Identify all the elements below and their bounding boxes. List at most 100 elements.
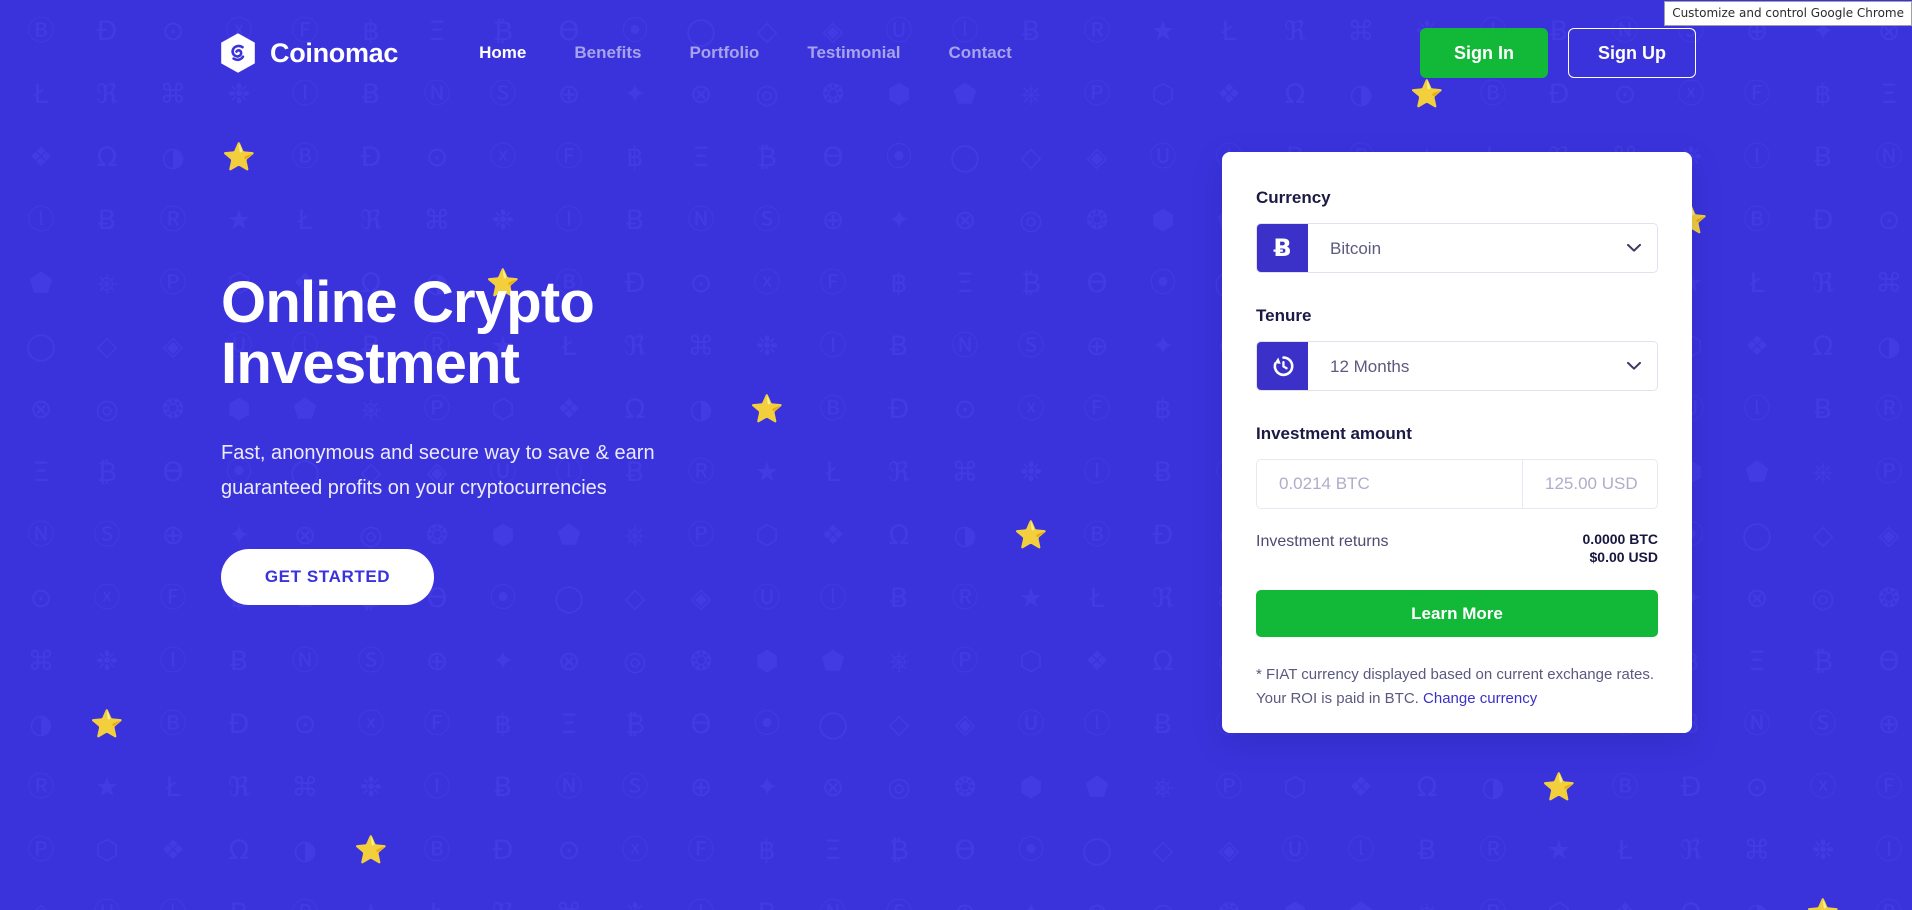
pattern-crypto-icon: Ω <box>1152 646 1174 677</box>
pattern-crypto-icon: ◎ <box>1019 205 1043 236</box>
pattern-crypto-icon: ⬟ <box>1349 900 1372 910</box>
returns-crypto-value: 0.0000 BTC <box>1582 531 1658 547</box>
pattern-crypto-icon: Ƀ <box>1153 457 1173 488</box>
pattern-crypto-icon: ⊙ <box>293 709 317 740</box>
pattern-crypto-icon: ❖ <box>1084 646 1110 677</box>
pattern-crypto-icon: Ⓡ <box>1875 394 1903 425</box>
pattern-crypto-icon: ❉ <box>491 205 515 236</box>
pattern-crypto-icon: ★ <box>359 900 383 910</box>
pattern-crypto-icon: ◯ <box>1081 835 1113 866</box>
nav-item-testimonial[interactable]: Testimonial <box>783 33 924 73</box>
pattern-crypto-icon: ⬟ <box>29 268 53 299</box>
pattern-crypto-icon: Ⓡ <box>27 772 55 803</box>
chrome-customize-tooltip: Customize and control Google Chrome <box>1664 1 1912 26</box>
get-started-button[interactable]: GET STARTED <box>221 549 434 605</box>
pattern-crypto-icon: Ξ <box>1748 646 1766 677</box>
pattern-crypto-icon: ❖ <box>160 835 186 866</box>
pattern-crypto-icon: ◑ <box>29 709 53 740</box>
pattern-crypto-icon: Ⓘ <box>423 772 451 803</box>
pattern-crypto-icon: ◑ <box>1745 900 1769 910</box>
pattern-crypto-icon: Ⓟ <box>27 835 55 866</box>
pattern-crypto-icon: Ƀ <box>493 772 513 803</box>
pattern-crypto-icon: Ƀ <box>1813 142 1833 173</box>
brand-logo[interactable]: Coinomac <box>219 32 398 74</box>
amount-fiat-input[interactable] <box>1522 460 1657 508</box>
pattern-crypto-icon: Ƀ <box>758 900 777 910</box>
pattern-crypto-icon: ★ <box>1018 583 1044 614</box>
learn-more-button[interactable]: Learn More <box>1256 590 1658 637</box>
nav-item-portfolio[interactable]: Portfolio <box>665 33 783 73</box>
pattern-crypto-icon: ⌘ <box>1743 835 1771 866</box>
pattern-crypto-icon: Ω <box>228 835 250 866</box>
pattern-crypto-icon: ✦ <box>755 772 779 803</box>
pattern-crypto-icon: ❉ <box>1811 835 1835 866</box>
pattern-crypto-icon: Ω <box>1416 772 1438 803</box>
pattern-crypto-icon: Ⓤ <box>1281 835 1309 866</box>
pattern-crypto-icon: Ƀ <box>229 646 249 677</box>
pattern-crypto-icon: ◎ <box>1151 900 1175 910</box>
pattern-crypto-icon: Ⓕ <box>1875 772 1903 803</box>
pattern-crypto-icon: ◈ <box>954 709 976 740</box>
pattern-crypto-icon: ฿ <box>890 268 908 299</box>
hexagon-swirl-logo-icon <box>221 33 255 73</box>
pattern-crypto-icon: ⌘ <box>951 457 979 488</box>
pattern-crypto-icon: ⬡ <box>1283 772 1307 803</box>
pattern-crypto-icon: ◈ <box>1086 142 1108 173</box>
pattern-crypto-icon: ❉ <box>624 900 647 910</box>
tenure-select-row[interactable]: 12 Months <box>1256 341 1658 391</box>
pattern-crypto-icon: Ⓕ <box>1083 394 1111 425</box>
currency-select[interactable]: Bitcoin <box>1308 224 1657 272</box>
hero-section: Online Crypto Investment Fast, anonymous… <box>221 272 861 605</box>
pattern-crypto-icon: Ⓘ <box>1875 835 1903 866</box>
tenure-select[interactable]: 12 Months <box>1308 342 1657 390</box>
pattern-crypto-icon: Ω <box>1812 331 1834 362</box>
pattern-crypto-icon: ❖ <box>28 142 54 173</box>
pattern-crypto-icon: ◎ <box>887 772 911 803</box>
sign-up-button[interactable]: Sign Up <box>1568 28 1696 78</box>
currency-select-row[interactable]: Ƀ Bitcoin <box>1256 223 1658 273</box>
nav-item-home[interactable]: Home <box>455 33 550 73</box>
pattern-crypto-icon: ₿ <box>97 457 117 488</box>
change-currency-link[interactable]: Change currency <box>1423 690 1537 707</box>
pattern-crypto-icon: Ⓘ <box>688 900 715 910</box>
pattern-crypto-icon: ❂ <box>1877 583 1901 614</box>
pattern-crypto-icon: Ð <box>1680 772 1702 803</box>
pattern-crypto-icon: Ⓟ <box>951 646 979 677</box>
pattern-crypto-icon: Ⓟ <box>1480 900 1507 910</box>
pattern-crypto-icon: ₿ <box>625 709 645 740</box>
pattern-crypto-icon: Ⓢ <box>886 900 913 910</box>
nav-item-benefits[interactable]: Benefits <box>550 33 665 73</box>
pattern-crypto-icon: ★ <box>1546 835 1572 866</box>
pattern-crypto-icon: ⬟ <box>821 646 845 677</box>
pattern-crypto-icon: ⬡ <box>1547 900 1571 910</box>
pattern-crypto-icon: Ѳ <box>1878 646 1900 677</box>
hero-subtitle: Fast, anonymous and secure way to save &… <box>221 442 655 499</box>
pattern-crypto-icon: Ƀ <box>1153 709 1173 740</box>
pattern-crypto-icon: ❖ <box>1348 772 1374 803</box>
pattern-crypto-icon: Ⓢ <box>621 772 649 803</box>
pattern-crypto-icon: ฿ <box>758 835 776 866</box>
investment-returns-label: Investment returns <box>1256 533 1389 550</box>
pattern-crypto-icon: Ⓝ <box>291 646 319 677</box>
pattern-crypto-icon: ◑ <box>161 142 185 173</box>
pattern-crypto-icon: ◑ <box>953 520 977 551</box>
hero-title: Online Crypto Investment <box>221 272 641 394</box>
pattern-crypto-icon: ◇ <box>1812 520 1834 551</box>
sign-in-button[interactable]: Sign In <box>1420 28 1548 78</box>
pattern-crypto-icon: ⊕ <box>689 772 713 803</box>
returns-fiat-value: $0.00 USD <box>1589 549 1658 565</box>
pattern-crypto-icon: ✦ <box>1020 900 1043 910</box>
pattern-crypto-icon: ⊙ <box>1745 772 1769 803</box>
pattern-crypto-icon: Ƀ <box>625 205 645 236</box>
pattern-crypto-icon: Ⓤ <box>1149 142 1177 173</box>
pattern-crypto-icon: Ⓢ <box>1809 709 1837 740</box>
pattern-crypto-icon: ❖ <box>1744 331 1770 362</box>
amount-crypto-input[interactable] <box>1257 460 1522 508</box>
nav-item-contact[interactable]: Contact <box>925 33 1036 73</box>
pattern-crypto-icon: Ł <box>1617 835 1633 866</box>
pattern-crypto-icon: ⓧ <box>489 142 517 173</box>
pattern-crypto-icon: Ⓕ <box>423 709 451 740</box>
pattern-crypto-icon: Ⓘ <box>555 205 583 236</box>
pattern-crypto-icon: Ξ <box>32 457 50 488</box>
pattern-crypto-icon: Ⓡ <box>292 900 319 910</box>
